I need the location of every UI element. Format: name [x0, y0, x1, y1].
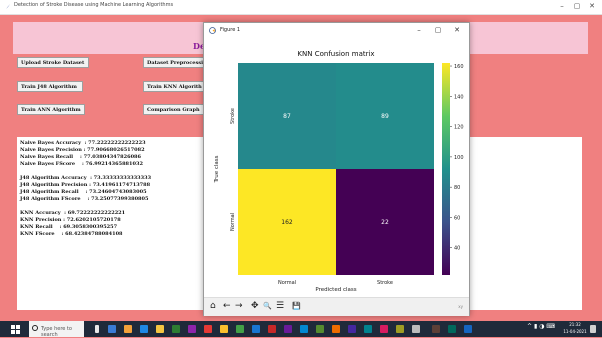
app-icon-pink[interactable]	[380, 325, 388, 333]
pan-icon[interactable]: ✥	[251, 301, 259, 311]
colorbar	[442, 63, 450, 275]
train-knn-button[interactable]: Train KNN Algorith	[143, 81, 205, 92]
result-line: KNN Accuracy : 69.72222222222221	[20, 210, 126, 216]
plot-canvas[interactable]: KNN Confusion matrix 87 89 162 22 Stroke Norma…	[204, 39, 469, 297]
result-line: J48 Algorithm Recall : 73.24604743083005	[20, 189, 147, 195]
cell-value-label: 87	[283, 113, 291, 120]
app-icon-orange[interactable]	[332, 325, 340, 333]
y-axis-label: True class	[214, 155, 220, 183]
app-icon-brown[interactable]	[432, 325, 440, 333]
figure-minimize-button[interactable]: –	[414, 26, 424, 34]
figure-title: Figure 1	[220, 27, 241, 33]
edge-icon[interactable]	[140, 325, 148, 333]
file-explorer-icon[interactable]	[156, 325, 164, 333]
cell-value-label: 162	[281, 219, 293, 226]
zoom-icon[interactable]: 🔍	[263, 302, 272, 310]
app-icon-green[interactable]	[236, 325, 244, 333]
figure-toolbar: ⌂ ← → ✥ 🔍 ☰ 💾 xy	[204, 297, 469, 316]
taskbar-search-box[interactable]: Type here to search	[29, 321, 84, 338]
colorbar-tick-label: 160	[454, 64, 464, 70]
colorbar-tick-label: 120	[454, 125, 464, 131]
result-line: KNN FScore : 68.42384788084108	[20, 231, 123, 237]
app-icon-lime[interactable]	[396, 325, 404, 333]
figure-close-button[interactable]: ✕	[452, 26, 462, 34]
configure-icon[interactable]: ☰	[276, 301, 284, 311]
home-icon[interactable]: ⌂	[210, 301, 216, 311]
figure-maximize-button[interactable]: ▢	[433, 26, 443, 34]
x-tick-label: Stroke	[377, 280, 393, 286]
colorbar-tick-label: 80	[454, 185, 460, 191]
back-icon[interactable]: ←	[223, 301, 231, 311]
firefox-icon[interactable]	[124, 325, 132, 333]
word-icon[interactable]	[252, 325, 260, 333]
app-icon-blue[interactable]	[464, 325, 472, 333]
colorbar-tick-label: 100	[454, 155, 464, 161]
result-line: J48 Algorithm Precision : 73.41961174713…	[20, 182, 151, 188]
python-icon[interactable]	[300, 325, 308, 333]
minimize-button[interactable]: –	[557, 2, 567, 10]
cursor-coordinates: xy	[458, 304, 463, 309]
app-title: Detection of Stroke Disease using Machin…	[14, 2, 174, 8]
matplotlib-icon	[209, 27, 216, 34]
figure-titlebar: Figure 1 – ▢ ✕	[204, 23, 469, 39]
app-titlebar: Detection of Stroke Disease using Machin…	[0, 0, 602, 15]
cell-value-label: 89	[381, 113, 389, 120]
app-icon-purple[interactable]	[188, 325, 196, 333]
search-icon	[32, 325, 38, 331]
taskbar: Type here to search ^ ▮ ◑ ⌨ 21:32 11-04-…	[0, 321, 602, 338]
result-line: Naive Bayes Precision : 77.9066802651708…	[20, 147, 145, 153]
task-view-icon[interactable]	[108, 325, 116, 333]
app-icon-grey[interactable]	[412, 325, 420, 333]
windows-start-icon[interactable]	[11, 325, 20, 334]
acrobat-icon[interactable]	[268, 325, 276, 333]
figure-window: Figure 1 – ▢ ✕ KNN Confusion matrix 87 89 1…	[203, 22, 470, 316]
result-line: Naive Bayes FScore : 76.99214365881032	[20, 161, 143, 167]
x-tick-label: Normal	[278, 280, 296, 286]
close-button[interactable]: ✕	[587, 2, 597, 10]
clock-time: 21:32	[569, 322, 581, 327]
search-placeholder: Type here to search	[41, 326, 72, 338]
result-line: Naive Bayes Accuracy : 77.22222222222223	[20, 140, 146, 146]
result-line: KNN Precision : 72.6202105720178	[20, 217, 121, 223]
result-line: J48 Algorithm Accuracy : 73.333333333333…	[20, 175, 152, 181]
train-j48-button[interactable]: Train J48 Algorithm	[17, 81, 83, 92]
clock-date: 11-04-2021	[563, 329, 587, 334]
save-icon[interactable]: 💾	[292, 302, 301, 310]
comparison-graph-button[interactable]: Comparison Graph	[143, 104, 205, 115]
train-ann-button[interactable]: Train ANN Algorithm	[17, 104, 85, 115]
cortana-icon[interactable]	[95, 325, 99, 333]
result-line: Naive Bayes Recall : 77.03804347826086	[20, 154, 142, 160]
app-icon-yellow[interactable]	[220, 325, 228, 333]
confusion-matrix-chart: KNN Confusion matrix 87 89 162 22 Stroke Norma…	[214, 50, 464, 293]
x-axis-label: Predicted class	[315, 287, 356, 293]
result-line: KNN Recall : 69.3058300395257	[20, 224, 118, 230]
app-icon-olive[interactable]	[316, 325, 324, 333]
colorbar-tick-label: 140	[454, 94, 464, 100]
app-icon-darkteal[interactable]	[448, 325, 456, 333]
app-icon-violet[interactable]	[284, 325, 292, 333]
results-text: Naive Bayes Accuracy : 77.22222222222223…	[20, 140, 151, 238]
maximize-button[interactable]: ▢	[572, 2, 582, 10]
store-icon[interactable]	[172, 325, 180, 333]
app-icon-indigo[interactable]	[348, 325, 356, 333]
tray-icons[interactable]: ^ ▮ ◑ ⌨	[526, 323, 556, 330]
cell-value-label: 22	[381, 219, 389, 226]
feather-icon	[6, 4, 10, 9]
result-line	[20, 203, 151, 210]
chart-title: KNN Confusion matrix	[297, 50, 374, 58]
colorbar-tick-label: 40	[454, 246, 460, 252]
notification-icon[interactable]	[590, 325, 596, 333]
forward-icon[interactable]: →	[235, 301, 243, 311]
chrome-icon[interactable]	[204, 325, 212, 333]
colorbar-tick-label: 60	[454, 215, 460, 221]
result-line: J48 Algorithm FScore : 73.25077399380805	[20, 196, 149, 202]
upload-dataset-button[interactable]: Upload Stroke Dataset	[17, 57, 89, 68]
result-line	[20, 168, 151, 175]
y-tick-label: Normal	[230, 213, 236, 231]
preprocess-dataset-button[interactable]: Dataset Preprocessi	[143, 57, 205, 68]
y-tick-label: Stroke	[230, 108, 236, 124]
app-icon-teal[interactable]	[364, 325, 372, 333]
